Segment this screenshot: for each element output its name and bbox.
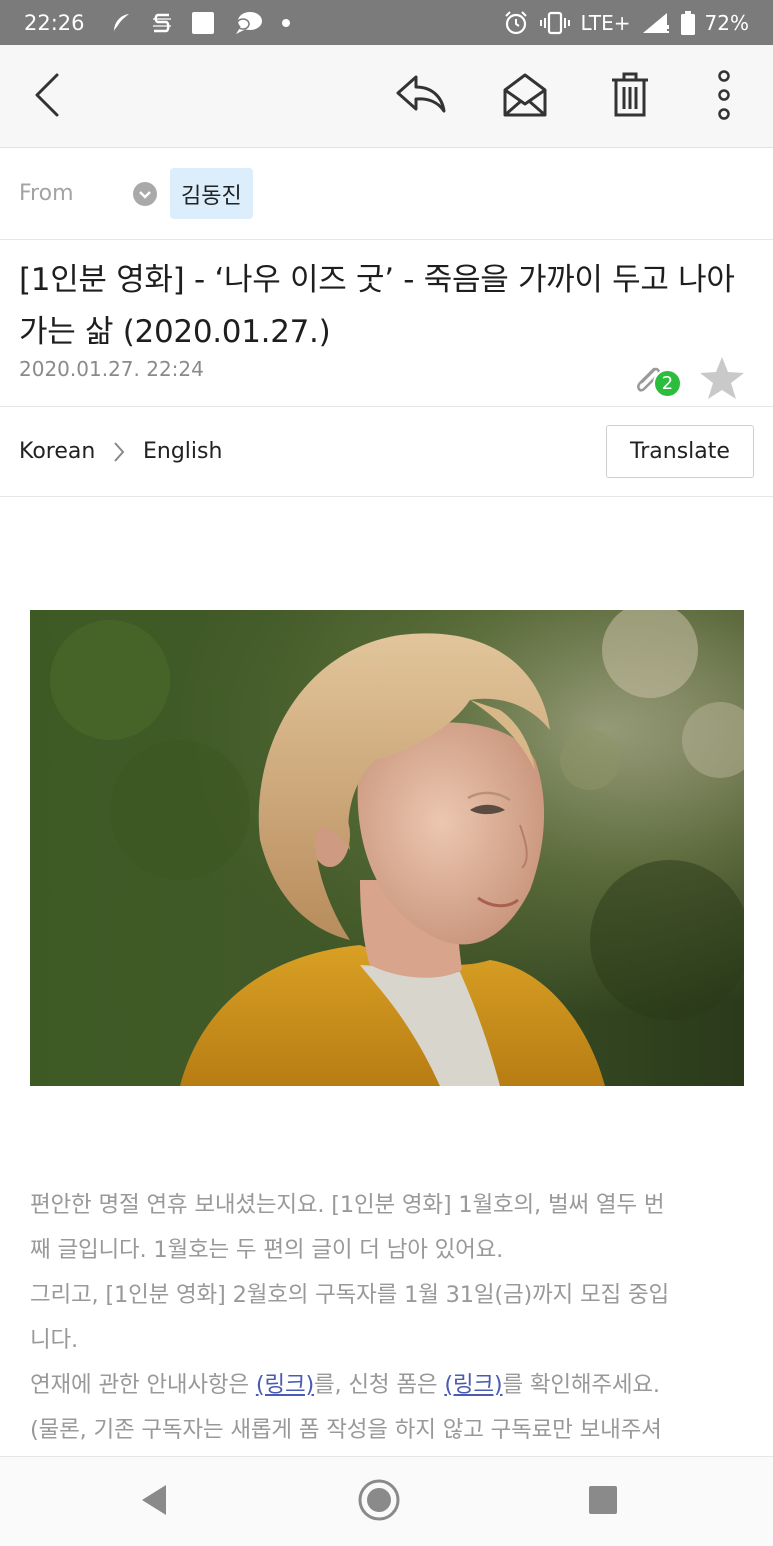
from-row: From 김동진 — [0, 149, 773, 240]
mail-photo[interactable] — [30, 610, 744, 1086]
image-icon — [191, 11, 215, 35]
feather-icon — [109, 11, 133, 35]
back-arrow-icon — [29, 71, 69, 123]
nav-recents-icon — [588, 1485, 618, 1519]
body-line: 편안한 명절 연휴 보내셨는지요. [1인분 영화] 1월호의, 벌써 열두 번 — [30, 1192, 665, 1218]
star-icon — [699, 356, 745, 404]
form-link[interactable]: (링크) — [444, 1372, 502, 1398]
vibrate-icon — [539, 11, 571, 35]
chevron-down-icon — [138, 185, 152, 204]
reply-button[interactable] — [388, 65, 452, 129]
body-line: 째 글입니다. 1월호는 두 편의 글이 더 남아 있어요. — [30, 1237, 504, 1263]
nav-back-button[interactable] — [130, 1477, 180, 1527]
body-line: (물론, 기존 구독자는 새롭게 폼 작성을 하지 않고 구독료만 보내주셔 — [30, 1417, 662, 1443]
back-button[interactable] — [17, 65, 81, 129]
sender-chip[interactable]: 김동진 — [170, 168, 253, 219]
body-text-segment: 를, 신청 폼은 — [314, 1372, 445, 1398]
target-language[interactable]: English — [143, 439, 222, 464]
translate-button[interactable]: Translate — [606, 425, 754, 478]
trash-icon — [610, 71, 650, 123]
network-type: LTE+ — [580, 10, 631, 35]
dot-icon — [281, 18, 291, 28]
expand-recipients-button[interactable] — [133, 182, 157, 206]
subject-area: [1인분 영화] - ‘나우 이즈 굿’ - 죽음을 가까이 두고 나아가는 삶… — [0, 240, 773, 407]
nav-recents-button[interactable] — [578, 1477, 628, 1527]
status-right: LTE+ 72% — [503, 10, 749, 36]
star-button[interactable] — [698, 357, 746, 403]
body-text-segment: 를 확인해주세요. — [502, 1372, 660, 1398]
s-app-icon — [151, 11, 173, 35]
alarm-icon — [503, 10, 529, 36]
body-line: 연재에 관한 안내사항은 (링크)를, 신청 폼은 (링크)를 확인해주세요. — [30, 1363, 745, 1408]
attachment-count-badge: 2 — [653, 369, 682, 398]
nav-home-button[interactable] — [354, 1477, 404, 1527]
nav-back-icon — [140, 1483, 170, 1521]
battery-icon — [680, 10, 695, 35]
status-left: 22:26 — [24, 10, 291, 36]
translate-bar: Korean English Translate — [0, 408, 773, 497]
chat-bubble-icon — [233, 10, 263, 36]
body-line: 그리고, [1인분 영화] 2월호의 구독자를 1월 31일(금)까지 모집 중… — [30, 1282, 669, 1308]
mail-body: 편안한 명절 연휴 보내셨는지요. [1인분 영화] 1월호의, 벌써 열두 번… — [30, 1183, 745, 1453]
body-text-segment: 연재에 관한 안내사항은 — [30, 1372, 256, 1398]
mail-toolbar — [0, 45, 773, 148]
chevron-right-icon — [110, 440, 128, 464]
attachments-button[interactable]: 2 — [634, 361, 684, 401]
from-label: From — [19, 181, 74, 206]
info-link[interactable]: (링크) — [256, 1372, 314, 1398]
body-line: 니다. — [30, 1327, 78, 1353]
battery-percent: 72% — [704, 10, 749, 35]
delete-button[interactable] — [598, 65, 662, 129]
status-bar: 22:26 LTE+ 72% — [0, 0, 773, 45]
source-language[interactable]: Korean — [19, 439, 95, 464]
open-envelope-icon — [502, 72, 548, 122]
mail-subject: [1인분 영화] - ‘나우 이즈 굿’ - 죽음을 가까이 두고 나아가는 삶… — [19, 262, 735, 350]
mail-date: 2020.01.27. 22:24 — [19, 357, 204, 381]
navigation-bar — [0, 1456, 773, 1546]
reply-icon — [392, 73, 448, 121]
signal-icon — [641, 11, 671, 35]
more-options-button[interactable] — [692, 65, 756, 129]
status-time: 22:26 — [24, 10, 85, 35]
nav-home-icon — [357, 1478, 401, 1526]
mark-unread-button[interactable] — [493, 65, 557, 129]
more-vertical-icon — [716, 70, 732, 124]
